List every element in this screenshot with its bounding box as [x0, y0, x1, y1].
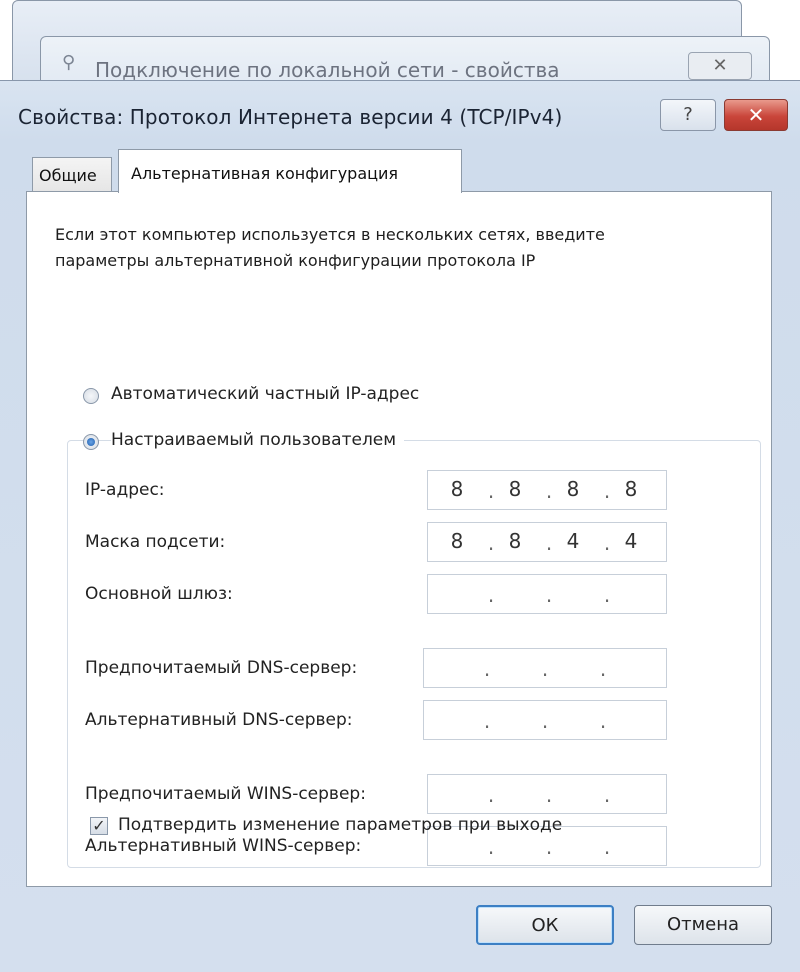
ip-octet-2: 8	[508, 477, 522, 501]
mask-dot: .	[545, 531, 553, 555]
ip-address-label: IP-адрес:	[85, 480, 165, 500]
radio-user-configured[interactable]	[83, 434, 99, 450]
cancel-button[interactable]: Отмена	[634, 905, 772, 945]
ok-button[interactable]: ОК	[476, 905, 614, 945]
gateway-dot: .	[545, 583, 553, 607]
ip-dot: .	[603, 479, 611, 503]
radio-auto-private-ip[interactable]	[83, 388, 99, 404]
ip-dot: .	[487, 479, 495, 503]
wins1-dot: .	[603, 783, 611, 807]
ip-octet-4: 8	[624, 477, 638, 501]
ip-octet-1: 8	[450, 477, 464, 501]
wins2-dot: .	[487, 835, 495, 859]
radio-auto-private-ip-label[interactable]: Автоматический частный IP-адрес	[111, 384, 419, 404]
ipv4-properties-dialog: Свойства: Протокол Интернета версии 4 (T…	[0, 80, 800, 972]
default-gateway-input[interactable]: . . .	[427, 574, 667, 614]
dns1-dot: .	[541, 657, 549, 681]
intro-text: Если этот компьютер используется в неско…	[55, 222, 745, 274]
background-window-title: Подключение по локальной сети - свойства	[95, 58, 560, 82]
intro-line-2: параметры альтернативной конфигурации пр…	[55, 251, 536, 270]
preferred-wins-input[interactable]: . . .	[427, 774, 667, 814]
mask-octet-4: 4	[624, 529, 638, 553]
wins1-dot: .	[487, 783, 495, 807]
alternate-dns-label: Альтернативный DNS-сервер:	[85, 710, 353, 730]
tab-alternate-configuration[interactable]: Альтернативная конфигурация	[118, 149, 462, 193]
dialog-title: Свойства: Протокол Интернета версии 4 (T…	[18, 105, 563, 129]
ip-octet-3: 8	[566, 477, 580, 501]
preferred-dns-label: Предпочитаемый DNS-сервер:	[85, 658, 358, 678]
wins2-dot: .	[603, 835, 611, 859]
dns1-dot: .	[483, 657, 491, 681]
dns2-dot: .	[483, 709, 491, 733]
background-close-button[interactable]: ✕	[688, 52, 752, 80]
mask-octet-3: 4	[566, 529, 580, 553]
mask-dot: .	[487, 531, 495, 555]
alternate-dns-input[interactable]: . . .	[423, 700, 667, 740]
intro-line-1: Если этот компьютер используется в неско…	[55, 225, 605, 244]
validate-on-exit-label[interactable]: Подтвердить изменение параметров при вых…	[118, 815, 562, 835]
subnet-mask-input[interactable]: 8 . 8 . 4 . 4	[427, 522, 667, 562]
dns1-dot: .	[599, 657, 607, 681]
alternate-wins-label: Альтернативный WINS-сервер:	[85, 836, 362, 856]
tab-panel: Если этот компьютер используется в неско…	[26, 191, 772, 887]
preferred-dns-input[interactable]: . . .	[423, 648, 667, 688]
default-gateway-label: Основной шлюз:	[85, 584, 233, 604]
mask-octet-2: 8	[508, 529, 522, 553]
mask-octet-1: 8	[450, 529, 464, 553]
gateway-dot: .	[487, 583, 495, 607]
preferred-wins-label: Предпочитаемый WINS-сервер:	[85, 784, 366, 804]
network-icon: ⚲	[62, 52, 76, 73]
help-button[interactable]: ?	[660, 99, 716, 131]
radio-user-configured-label[interactable]: Настраиваемый пользователем	[111, 430, 405, 450]
validate-on-exit-checkbox[interactable]: ✓	[90, 817, 108, 835]
dns2-dot: .	[599, 709, 607, 733]
subnet-mask-label: Маска подсети:	[85, 532, 226, 552]
dns2-dot: .	[541, 709, 549, 733]
wins2-dot: .	[545, 835, 553, 859]
mask-dot: .	[603, 531, 611, 555]
ip-dot: .	[545, 479, 553, 503]
close-button[interactable]: ✕	[724, 99, 788, 131]
gateway-dot: .	[603, 583, 611, 607]
wins1-dot: .	[545, 783, 553, 807]
ip-address-input[interactable]: 8 . 8 . 8 . 8	[427, 470, 667, 510]
tab-general[interactable]: Общие	[32, 157, 112, 191]
